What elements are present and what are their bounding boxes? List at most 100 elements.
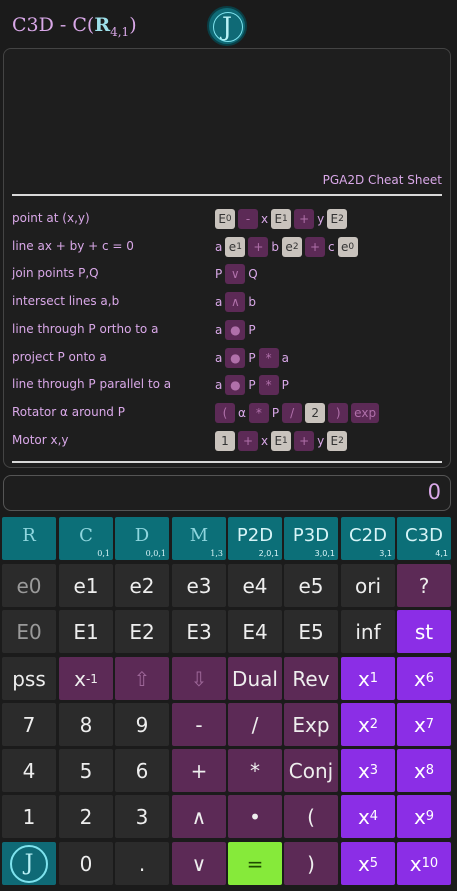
algebra-p2d-button[interactable]: P2D 2,0,1 [228, 517, 282, 560]
cheat-row-label: line ax + by + c = 0 [12, 239, 134, 253]
cheat-row: intersect lines a,b a ∧ b [12, 290, 442, 314]
basis-E0-button[interactable]: E0 [2, 610, 56, 653]
basis-e0-button[interactable]: e0 [2, 564, 56, 607]
help-button[interactable]: ? [397, 564, 451, 607]
result-display: 0 [3, 475, 451, 511]
plus-button[interactable]: + [172, 749, 226, 792]
cheat-row: line through P ortho to a a ● P [12, 318, 442, 342]
digit-7-button[interactable]: 7 [2, 703, 56, 746]
cheat-row-label: Rotator α around P [12, 405, 125, 419]
algebra-p3d-button[interactable]: P3D 3,0,1 [284, 517, 338, 560]
basis-E4-button[interactable]: E4 [228, 610, 282, 653]
exp-button[interactable]: Exp [284, 703, 338, 746]
cheat-row: Motor x,y 1 + x E 1 + y E 2 [12, 429, 442, 453]
shift-up-icon[interactable]: ⇧ [115, 657, 169, 700]
algebra-r-button[interactable]: R [2, 517, 56, 560]
var-x7-button[interactable]: x7 [397, 703, 451, 746]
digit-8-button[interactable]: 8 [59, 703, 113, 746]
dual-button[interactable]: Dual [228, 657, 282, 700]
infinity-button[interactable]: inf [341, 610, 395, 653]
cheat-row: point at (x,y) E 0- x E 1 + y E 2 [12, 207, 442, 231]
cheat-row-expression: (α * P/2) exp [215, 401, 380, 425]
algebra-c3d-button[interactable]: C3D 4,1 [397, 517, 451, 560]
digit-1-button[interactable]: 1 [2, 795, 56, 838]
cheat-row-expression: a ● P * P [215, 373, 289, 397]
digit-2-button[interactable]: 2 [59, 795, 113, 838]
digit-6-button[interactable]: 6 [115, 749, 169, 792]
cheat-row-label: project P onto a [12, 350, 107, 364]
divide-button[interactable]: / [228, 703, 282, 746]
cheat-row-label: intersect lines a,b [12, 294, 120, 308]
var-x4-button[interactable]: x4 [341, 795, 395, 838]
close-paren-button[interactable]: ) [284, 842, 338, 885]
pss-button[interactable]: pss [2, 657, 56, 700]
equals-button[interactable]: = [228, 842, 282, 885]
logo-icon[interactable]: J [207, 6, 247, 46]
cheat-row-label: line through P ortho to a [12, 322, 159, 336]
digit-4-button[interactable]: 4 [2, 749, 56, 792]
store-button[interactable]: st [397, 610, 451, 653]
cheat-row-label: join points P,Q [12, 266, 99, 280]
basis-E1-button[interactable]: E1 [59, 610, 113, 653]
var-x6-button[interactable]: x6 [397, 657, 451, 700]
digit-9-button[interactable]: 9 [115, 703, 169, 746]
cheat-row: line ax + by + c = 0 a e 1 + b e 2 + c e 0 [12, 235, 442, 259]
digit-5-button[interactable]: 5 [59, 749, 113, 792]
cheat-row-label: line through P parallel to a [12, 377, 172, 391]
divider [12, 194, 442, 196]
reverse-button[interactable]: Rev [284, 657, 338, 700]
basis-e5-button[interactable]: e5 [284, 564, 338, 607]
cheat-row-label: point at (x,y) [12, 211, 90, 225]
decimal-button[interactable]: . [115, 842, 169, 885]
var-x3-button[interactable]: x3 [341, 749, 395, 792]
cheat-sheet-title: PGA2D Cheat Sheet [322, 173, 442, 187]
app-title: C3D - C(R4,1) [12, 14, 137, 39]
cheat-row-expression: P ∨ Q [215, 262, 258, 286]
open-paren-button[interactable]: ( [284, 795, 338, 838]
var-x2-button[interactable]: x2 [341, 703, 395, 746]
basis-E3-button[interactable]: E3 [172, 610, 226, 653]
cheat-row-label: Motor x,y [12, 433, 69, 447]
cheat-row-expression: a ● P [215, 318, 256, 342]
cheat-row: line through P parallel to a a ● P * P [12, 373, 442, 397]
inverse-button[interactable]: x -1 [59, 657, 113, 700]
digit-3-button[interactable]: 3 [115, 795, 169, 838]
algebra-d-button[interactable]: D 0,0,1 [115, 517, 169, 560]
digit-0-button[interactable]: 0 [59, 842, 113, 885]
conjugate-button[interactable]: Conj [284, 749, 338, 792]
var-x9-button[interactable]: x9 [397, 795, 451, 838]
logo-icon: J [10, 844, 48, 883]
basis-e4-button[interactable]: e4 [228, 564, 282, 607]
app-header: C3D - C(R4,1) J [0, 0, 457, 48]
var-x1-button[interactable]: x1 [341, 657, 395, 700]
inner-product-button[interactable]: • [228, 795, 282, 838]
var-x5-button[interactable]: x5 [341, 842, 395, 885]
basis-e1-button[interactable]: e1 [59, 564, 113, 607]
minus-button[interactable]: - [172, 703, 226, 746]
vee-button[interactable]: ∨ [172, 842, 226, 885]
cheat-row-expression: E 0- x E 1 + y E 2 [215, 207, 348, 231]
cheat-row-expression: a ● P * a [215, 346, 289, 370]
cheat-row: Rotator α around P (α * P/2) exp [12, 401, 442, 425]
cheat-row-expression: a e 1 + b e 2 + c e 0 [215, 235, 358, 259]
cheat-row: project P onto a a ● P * a [12, 346, 442, 370]
cheat-sheet-panel: PGA2D Cheat Sheet point at (x,y) E 0- x E 1 +… [3, 48, 451, 468]
wedge-button[interactable]: ∧ [172, 795, 226, 838]
algebra-m-button[interactable]: M 1,3 [172, 517, 226, 560]
var-x8-button[interactable]: x8 [397, 749, 451, 792]
cheat-row-expression: a ∧ b [215, 290, 256, 314]
cheat-row: join points P,Q P ∨ Q [12, 262, 442, 286]
divider [12, 461, 442, 463]
basis-e2-button[interactable]: e2 [115, 564, 169, 607]
origin-button[interactable]: ori [341, 564, 395, 607]
cheat-row-expression: 1 + x E 1 + y E 2 [215, 429, 348, 453]
algebra-c2d-button[interactable]: C2D 3,1 [341, 517, 395, 560]
multiply-button[interactable]: * [228, 749, 282, 792]
shift-down-icon[interactable]: ⇩ [172, 657, 226, 700]
basis-e3-button[interactable]: e3 [172, 564, 226, 607]
basis-E2-button[interactable]: E2 [115, 610, 169, 653]
basis-E5-button[interactable]: E5 [284, 610, 338, 653]
logo-button[interactable]: J [2, 842, 56, 885]
algebra-c-button[interactable]: C 0,1 [59, 517, 113, 560]
var-x10-button[interactable]: x 10 [397, 842, 451, 885]
